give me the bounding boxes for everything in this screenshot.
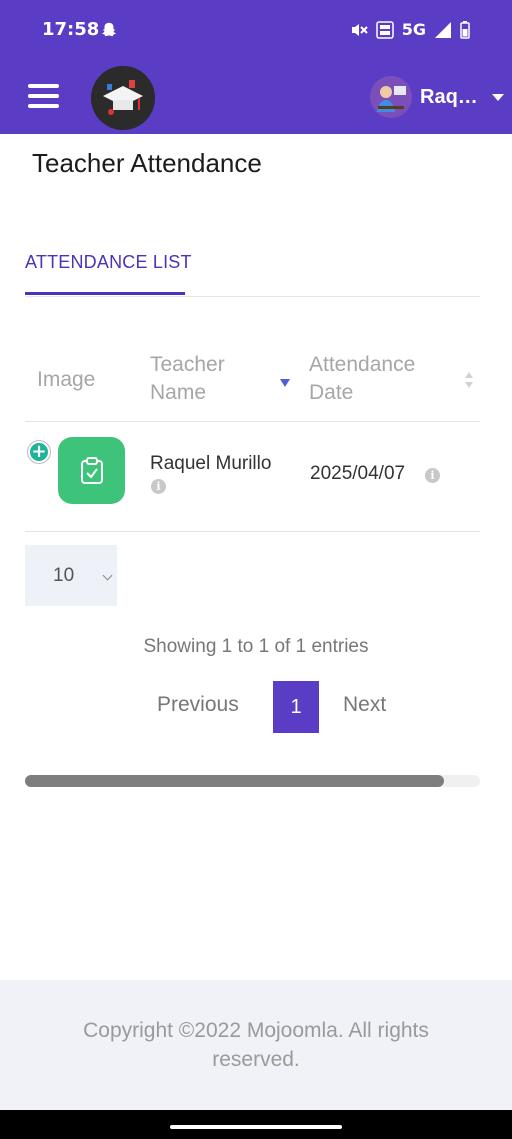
page-title: Teacher Attendance: [32, 148, 262, 178]
user-menu[interactable]: Raq…: [370, 76, 504, 118]
menu-icon[interactable]: [28, 84, 60, 110]
column-header-label: Teacher: [150, 353, 225, 376]
info-icon[interactable]: i: [151, 479, 166, 494]
status-time: 17:58: [42, 19, 100, 40]
column-header-label: Attendance: [309, 353, 416, 376]
chevron-down-icon: [102, 570, 113, 581]
graduation-cap-icon: [91, 66, 155, 130]
active-tab-indicator: [25, 292, 185, 295]
home-gesture-handle[interactable]: [170, 1125, 342, 1129]
table-header-divider: [25, 421, 480, 422]
column-header-label: Image: [37, 368, 96, 391]
column-header-teacher-name[interactable]: Teacher Name: [150, 351, 225, 407]
volte-icon: [375, 20, 394, 39]
column-header-label: Date: [309, 381, 354, 404]
status-bar: 17:58 5G: [0, 0, 512, 60]
snapchat-icon: [101, 22, 117, 37]
table-bottom-divider: [25, 531, 480, 532]
info-icon[interactable]: i: [425, 468, 440, 483]
tab-attendance-list[interactable]: ATTENDANCE LIST: [25, 252, 192, 273]
status-icons: 5G: [350, 20, 470, 39]
horizontal-scrollbar-thumb[interactable]: [25, 775, 444, 787]
teacher-name-cell: Raquel Murillo: [150, 453, 272, 474]
tab-divider: [25, 296, 480, 297]
pagination-page-1[interactable]: 1: [273, 681, 319, 733]
attendance-date-cell: 2025/04/07: [310, 463, 406, 484]
network-type: 5G: [401, 20, 426, 39]
signal-icon: [435, 21, 451, 38]
school-logo[interactable]: [91, 66, 155, 130]
pagination-previous[interactable]: Previous: [157, 693, 239, 717]
page-size-select[interactable]: 10: [25, 545, 117, 606]
column-header-attendance-date[interactable]: Attendance Date: [309, 351, 415, 407]
attendance-image: [58, 437, 125, 504]
app-header: 17:58 5G Raq…: [0, 0, 512, 134]
user-avatar: [370, 76, 412, 118]
entries-info: Showing 1 to 1 of 1 entries: [143, 636, 369, 657]
mute-icon: [351, 23, 368, 36]
expand-row-button[interactable]: +: [28, 441, 50, 463]
sort-descending-icon[interactable]: [280, 379, 290, 387]
chevron-down-icon[interactable]: [491, 93, 504, 101]
copyright-text: Copyright ©2022 Mojoomla. All rights res…: [83, 1019, 429, 1071]
clipboard-check-icon: [80, 456, 103, 484]
column-header-label: Name: [150, 381, 207, 404]
sort-icon[interactable]: [463, 370, 475, 390]
column-header-image: Image: [37, 366, 95, 394]
battery-icon: [460, 20, 470, 39]
user-name: Raq…: [420, 85, 478, 108]
page-size-value: 10: [53, 564, 75, 586]
pagination-next[interactable]: Next: [343, 693, 386, 717]
